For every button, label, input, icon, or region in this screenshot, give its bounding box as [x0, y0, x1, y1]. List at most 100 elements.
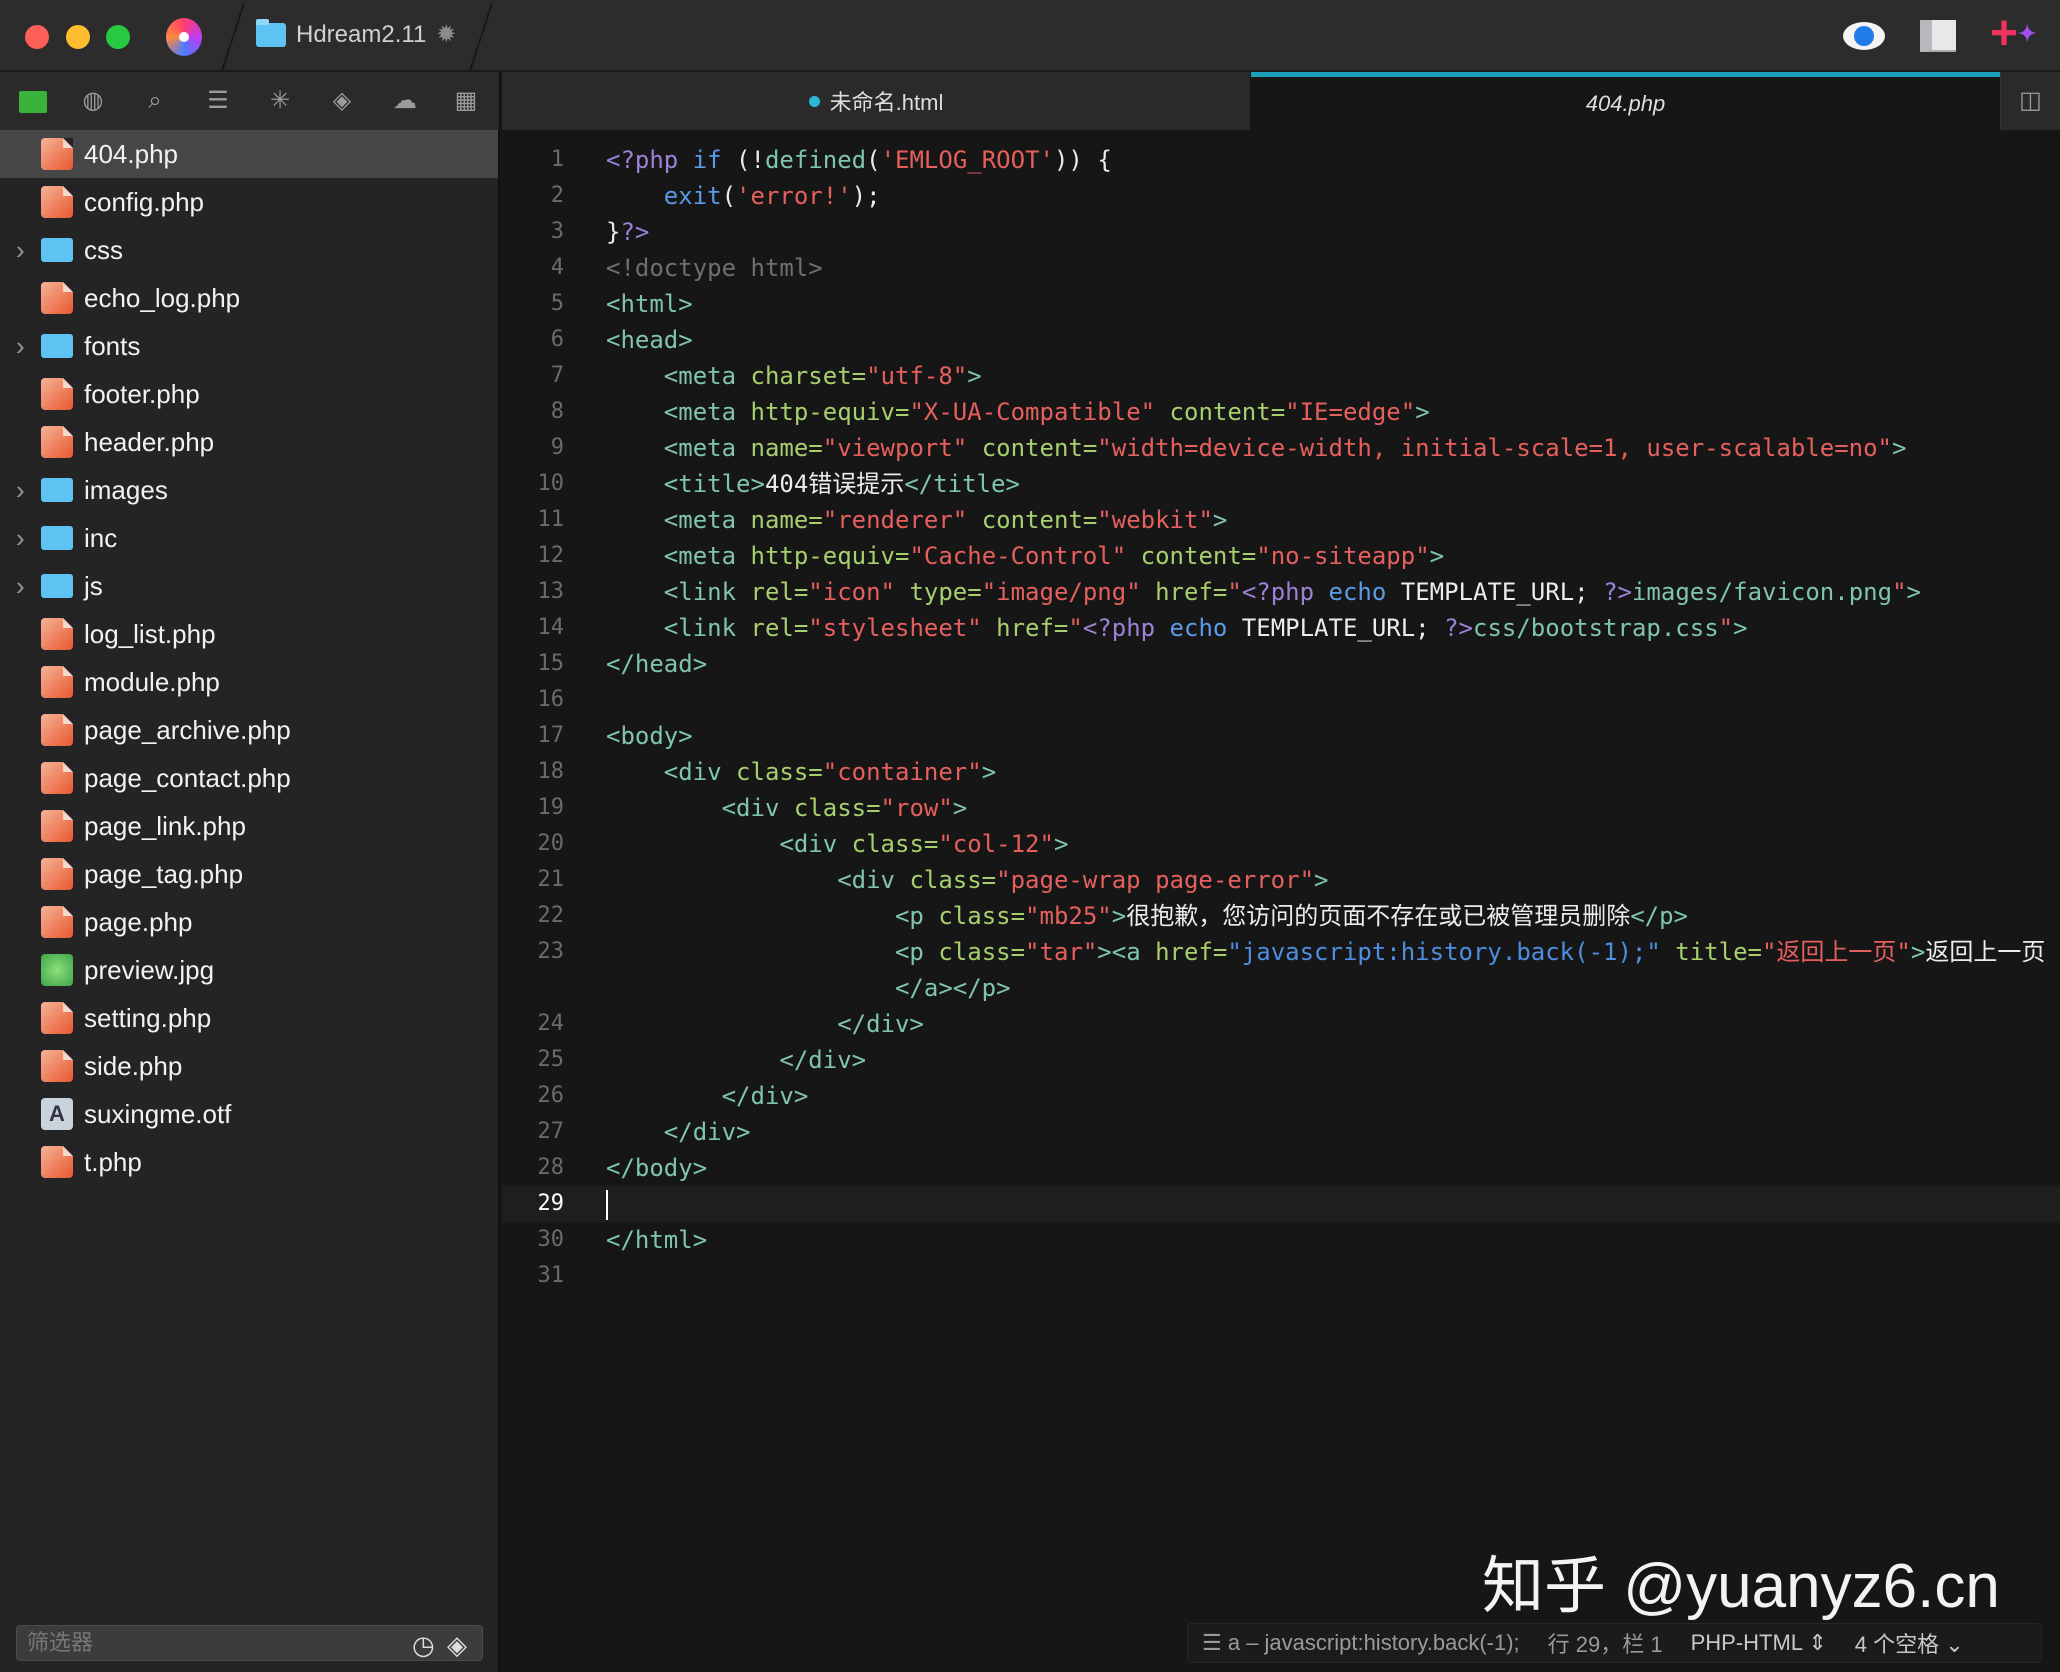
code-line[interactable]: </a></p> [502, 970, 2060, 1006]
code-line[interactable]: 9 <meta name="viewport" content="width=d… [502, 430, 2060, 466]
file-tree-item[interactable]: side.php [0, 1042, 498, 1090]
code-line[interactable]: 30 </html> [502, 1222, 2060, 1258]
code-line[interactable]: 18 <div class="container"> [502, 754, 2060, 790]
code-line[interactable]: 20 <div class="col-12"> [502, 826, 2060, 862]
search-icon[interactable]: ⌕ [141, 87, 169, 115]
file-tree-item[interactable]: echo_log.php [0, 274, 498, 322]
file-tree-item[interactable]: setting.php [0, 994, 498, 1042]
symbol-navigator[interactable]: ☰ a – javascript:history.back(-1); [1202, 1630, 1520, 1656]
file-tree-item[interactable]: › inc [0, 514, 498, 562]
file-tree-item[interactable]: › images [0, 466, 498, 514]
code-line[interactable]: 21 <div class="page-wrap page-error"> [502, 862, 2060, 898]
code-line[interactable]: 24 </div> [502, 1006, 2060, 1042]
font-file-icon: A [41, 1098, 73, 1130]
file-tree-item[interactable]: log_list.php [0, 610, 498, 658]
file-name: inc [84, 522, 118, 553]
line-number: 20 [537, 831, 565, 856]
file-tree-item[interactable]: page_tag.php [0, 850, 498, 898]
chevron-right-icon[interactable]: › [16, 235, 25, 266]
code-line[interactable]: 7 <meta charset="utf-8"> [502, 358, 2060, 394]
code-line[interactable]: 14 <link rel="stylesheet" href="<?php ec… [502, 610, 2060, 646]
code-line[interactable]: 29 [502, 1186, 2060, 1222]
code-line[interactable]: 15 </head> [502, 646, 2060, 682]
layout-icon[interactable] [1920, 20, 1956, 52]
git-icon[interactable]: ◈ [328, 87, 356, 115]
file-tree-item[interactable]: page_contact.php [0, 754, 498, 802]
code-editor[interactable]: 1 <?php if (!defined('EMLOG_ROOT')) {2 ex… [502, 142, 2060, 1294]
file-tree-item[interactable]: Asuxingme.otf [0, 1090, 498, 1138]
chevron-right-icon[interactable]: › [16, 571, 25, 602]
code-line[interactable]: 8 <meta http-equiv="X-UA-Compatible" con… [502, 394, 2060, 430]
code-line[interactable]: 16 [502, 682, 2060, 718]
syntax-selector[interactable]: PHP-HTML ⇕ [1691, 1630, 1827, 1656]
close-button[interactable] [25, 25, 49, 49]
files-folder-icon[interactable] [19, 87, 47, 115]
code-line[interactable]: 4 <!doctype html> [502, 250, 2060, 286]
line-text: <div class="col-12"> [606, 826, 1068, 862]
chevron-right-icon[interactable]: › [16, 331, 25, 362]
code-line[interactable]: 13 <link rel="icon" type="image/png" hre… [502, 574, 2060, 610]
file-tree-item[interactable]: header.php [0, 418, 498, 466]
code-line[interactable]: 27 </div> [502, 1114, 2060, 1150]
code-line[interactable]: 6 <head> [502, 322, 2060, 358]
code-line[interactable]: 22 <p class="mb25">很抱歉，您访问的页面不存在或已被管理员删除… [502, 898, 2060, 934]
file-name: page_link.php [84, 810, 246, 841]
file-tree-item[interactable]: › css [0, 226, 498, 274]
code-line[interactable]: 2 exit('error!'); [502, 178, 2060, 214]
outline-icon[interactable]: ☰ [204, 87, 232, 115]
code-token: " [1068, 614, 1083, 642]
file-tree-item[interactable]: module.php [0, 658, 498, 706]
app-logo-icon[interactable] [166, 18, 202, 56]
file-tree-item[interactable]: 404.php [0, 130, 498, 178]
preview-eye-icon[interactable] [1843, 22, 1885, 50]
code-line[interactable]: 23 <p class="tar"><a href="javascript:hi… [502, 934, 2060, 970]
cloud-upload-icon[interactable]: ☁ [391, 87, 419, 115]
code-line[interactable]: 5 <html> [502, 286, 2060, 322]
asterisk-icon[interactable]: ✳ [266, 87, 294, 115]
code-token: href= [1155, 938, 1228, 966]
minimize-button[interactable] [66, 25, 90, 49]
chevron-right-icon[interactable]: › [16, 475, 25, 506]
cursor-position[interactable]: 行 29，栏 1 [1548, 1627, 1663, 1659]
chevron-right-icon[interactable]: › [16, 523, 25, 554]
tab-untitled-html[interactable]: 未命名.html [502, 72, 1251, 130]
code-token: "no-siteapp" [1256, 542, 1430, 570]
file-name: preview.jpg [84, 954, 215, 985]
tab-404-php[interactable]: 404.php [1251, 72, 2000, 130]
file-tree-item[interactable]: page_link.php [0, 802, 498, 850]
project-selector[interactable]: Hdream2.11 ✹ [256, 18, 456, 49]
file-tree-item[interactable]: preview.jpg [0, 946, 498, 994]
code-line[interactable]: 3}?> [502, 214, 2060, 250]
file-tree-item[interactable]: › fonts [0, 322, 498, 370]
code-line[interactable]: 19 <div class="row"> [502, 790, 2060, 826]
code-line[interactable]: 12 <meta http-equiv="Cache-Control" cont… [502, 538, 2060, 574]
file-tree-item[interactable]: page.php [0, 898, 498, 946]
file-tree-item[interactable]: footer.php [0, 370, 498, 418]
code-token: ><a [1097, 938, 1156, 966]
code-line[interactable]: 1 <?php if (!defined('EMLOG_ROOT')) { [502, 142, 2060, 178]
code-token: ( [866, 146, 881, 174]
file-tree-item[interactable]: t.php [0, 1138, 498, 1186]
code-line[interactable]: 25 </div> [502, 1042, 2060, 1078]
grid-icon[interactable]: ▦ [452, 87, 480, 115]
file-tree-item[interactable]: config.php [0, 178, 498, 226]
file-tree-item[interactable]: page_archive.php [0, 706, 498, 754]
code-line[interactable]: 17 <body> [502, 718, 2060, 754]
code-line[interactable]: 10 <title>404错误提示</title> [502, 466, 2060, 502]
code-line[interactable]: 28 </body> [502, 1150, 2060, 1186]
code-line[interactable]: 31 [502, 1258, 2060, 1294]
file-tree-item[interactable]: › js [0, 562, 498, 610]
zoom-button[interactable] [106, 25, 130, 49]
file-name: page_tag.php [84, 858, 244, 889]
git-filter-icon[interactable]: ◈ [447, 1628, 467, 1662]
split-view-icon[interactable]: ◫ [2000, 72, 2060, 130]
indent-selector[interactable]: 4 个空格 ⌄ [1855, 1627, 1964, 1659]
code-line[interactable]: 26 </div> [502, 1078, 2060, 1114]
filter-input[interactable]: 筛选器 ◷ ◈ [16, 1625, 483, 1661]
add-plus-icon[interactable]: +✦ [1990, 10, 2036, 58]
code-token: TEMPLATE_URL; [1227, 614, 1445, 642]
globe-icon[interactable]: ◍ [79, 87, 107, 115]
gear-icon[interactable]: ✹ [436, 20, 456, 49]
clock-icon[interactable]: ◷ [412, 1628, 435, 1662]
code-line[interactable]: 11 <meta name="renderer" content="webkit… [502, 502, 2060, 538]
